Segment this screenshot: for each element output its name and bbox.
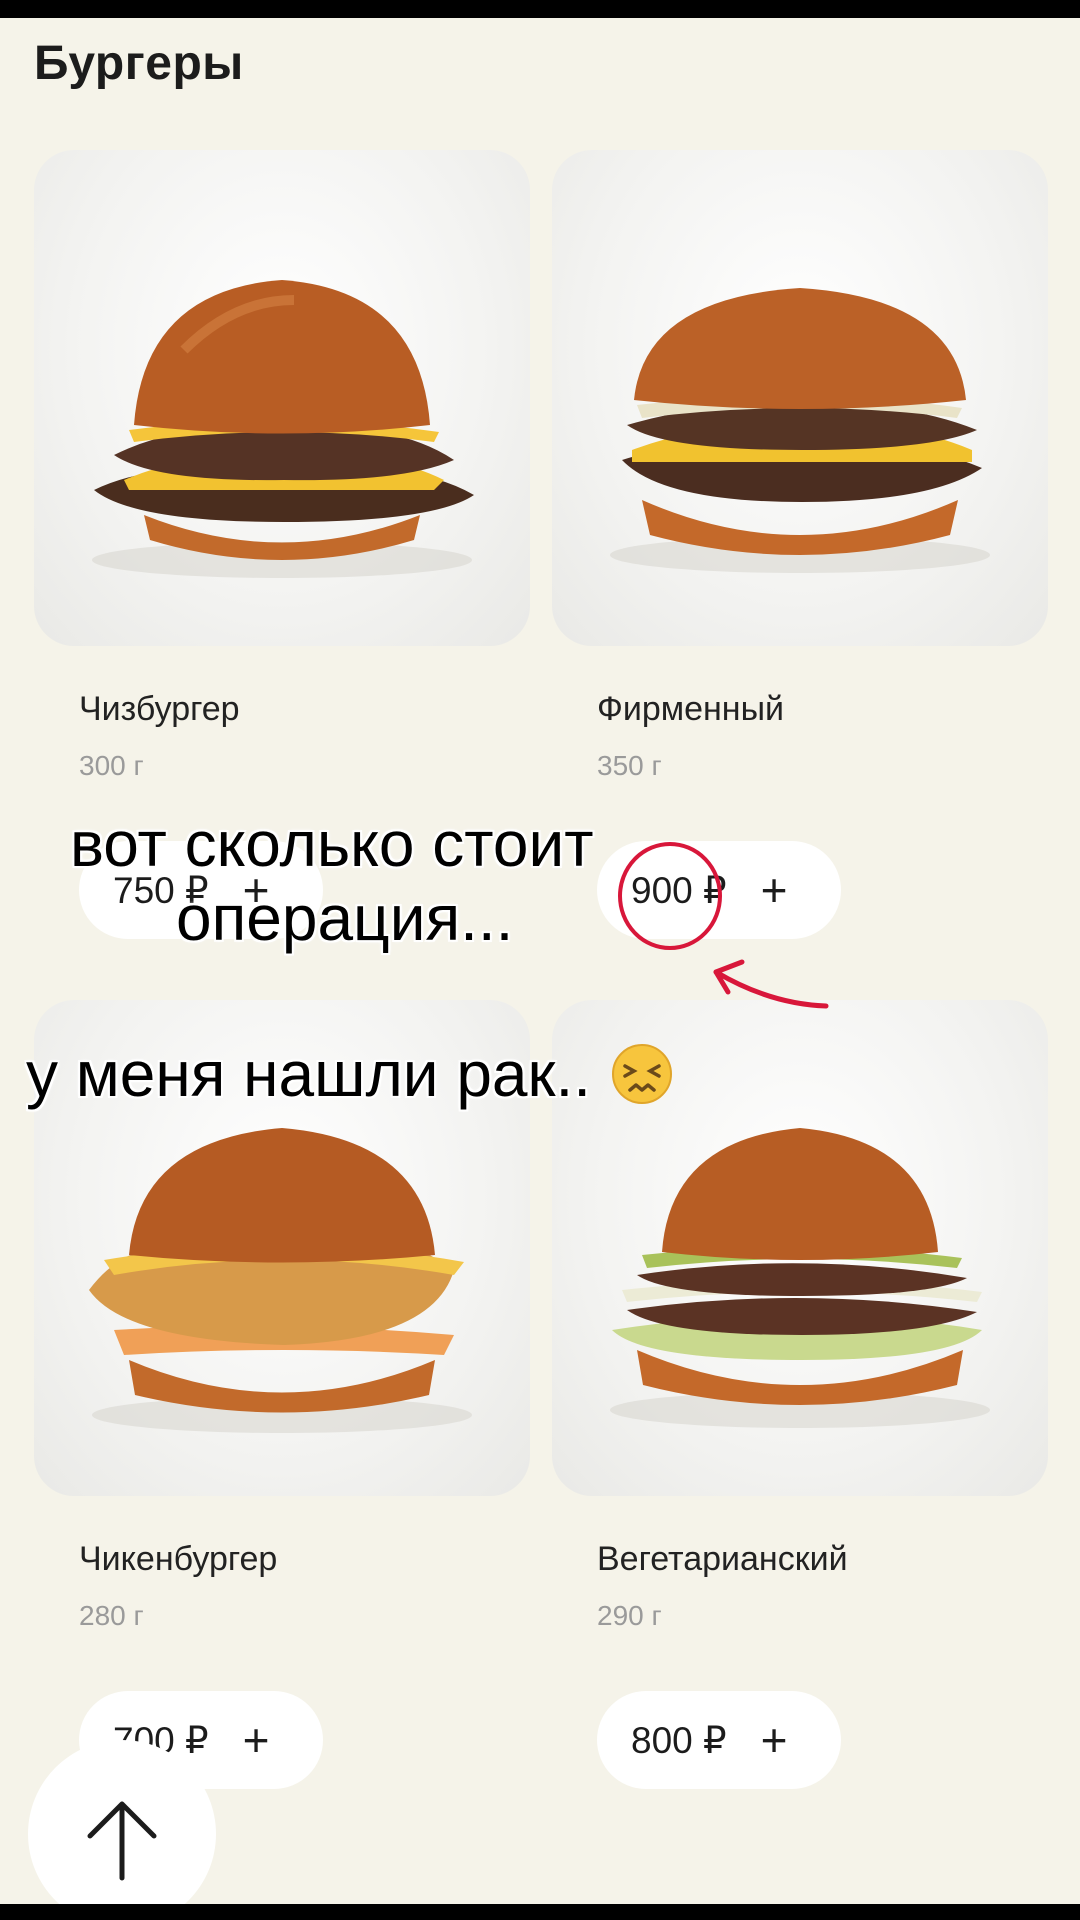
product-name: Чизбургер bbox=[79, 690, 240, 728]
section-title: Бургеры bbox=[34, 37, 244, 90]
scroll-to-top-button[interactable] bbox=[28, 1740, 216, 1920]
overlay-caption-line-1: вот сколько стоит bbox=[70, 808, 594, 880]
status-bar bbox=[0, 0, 1080, 18]
product-image[interactable] bbox=[34, 150, 530, 646]
arrow-up-icon bbox=[87, 1801, 157, 1881]
product-card-signature[interactable]: Фирменный 350 г 900 ₽ + bbox=[552, 150, 1048, 939]
product-name: Чикенбургер bbox=[79, 1540, 278, 1578]
product-weight: 290 г bbox=[597, 1600, 662, 1631]
confounded-face-icon bbox=[612, 1044, 672, 1104]
overlay-caption-line-3: у меня нашли рак.. bbox=[26, 1038, 592, 1110]
product-price: 800 ₽ bbox=[631, 1719, 727, 1761]
product-image[interactable] bbox=[552, 150, 1048, 646]
red-annotation-circle-arrow-icon bbox=[618, 842, 829, 1009]
product-card-cheeseburger[interactable]: Чизбургер 300 г 750 ₽ + bbox=[34, 150, 530, 939]
add-to-cart-button[interactable]: 800 ₽ + bbox=[597, 1691, 841, 1789]
product-name: Фирменный bbox=[597, 690, 785, 728]
navigation-bar bbox=[0, 1904, 1080, 1920]
product-weight: 280 г bbox=[79, 1600, 144, 1631]
overlay-caption-line-2: операция... bbox=[176, 882, 514, 954]
product-weight: 350 г bbox=[597, 750, 662, 781]
plus-icon: + bbox=[760, 1714, 788, 1766]
product-weight: 300 г bbox=[79, 750, 144, 781]
plus-icon: + bbox=[242, 1714, 270, 1766]
product-name: Вегетарианский bbox=[597, 1540, 848, 1578]
